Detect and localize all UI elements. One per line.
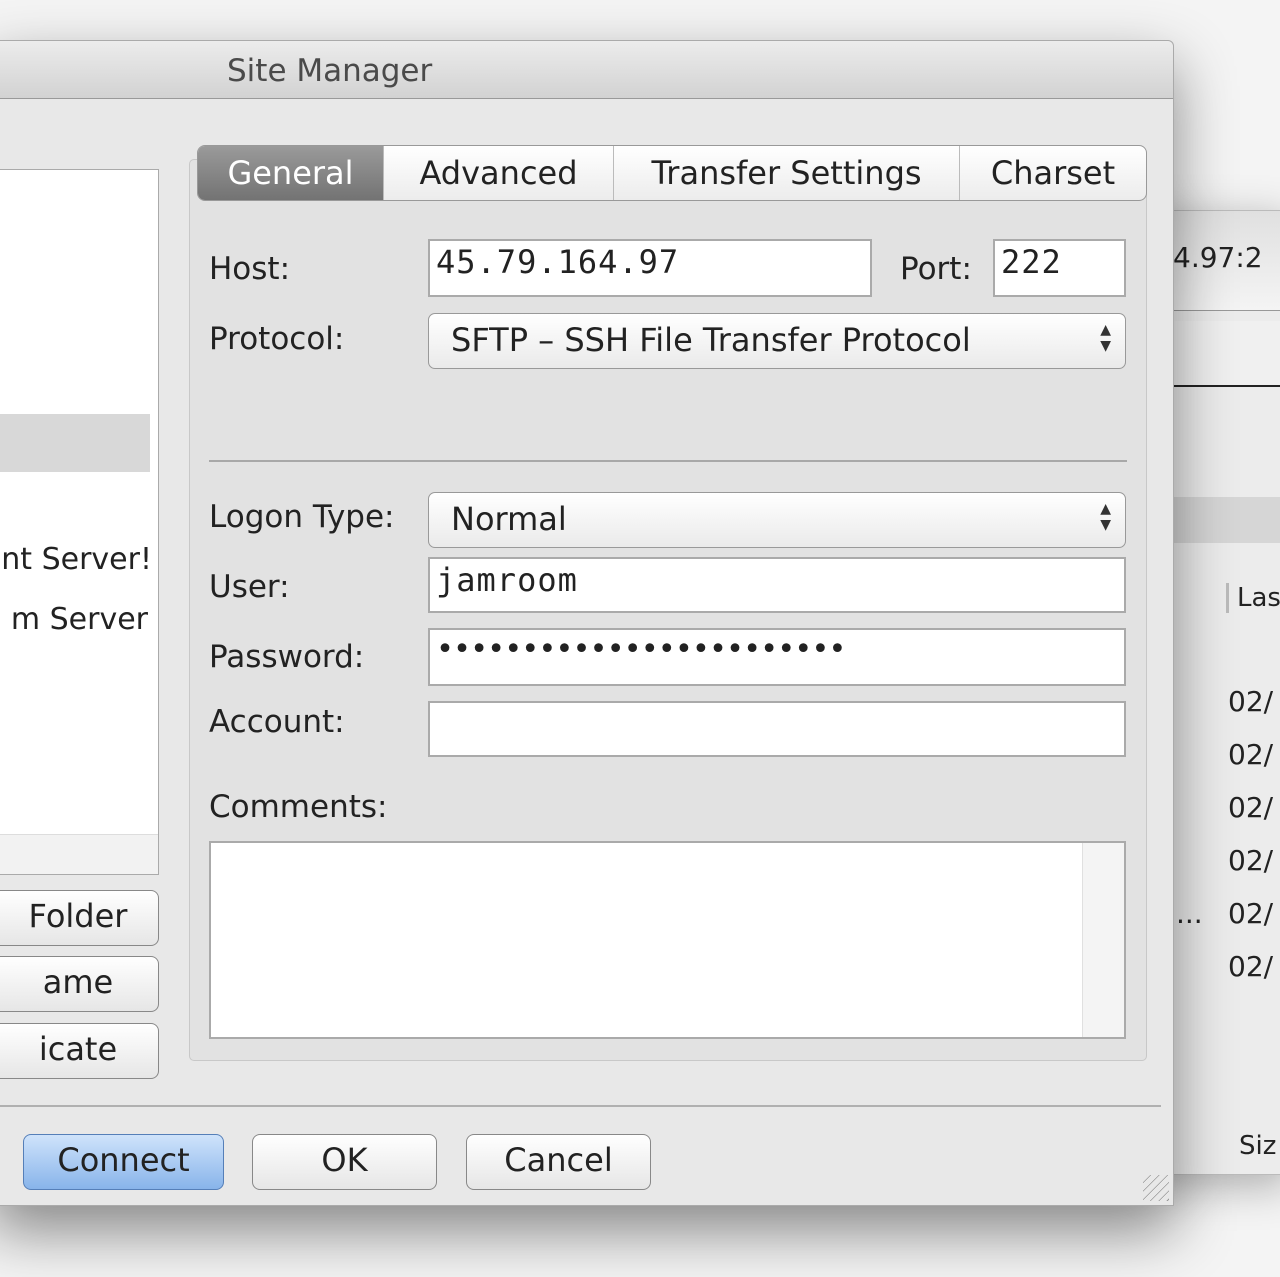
tab-general[interactable]: General [198,146,384,200]
new-folder-label: Folder [28,897,128,935]
divider [209,460,1127,462]
site-manager-dialog: Site Manager nt Server! m Server Folder … [0,40,1174,1206]
address-fragment: 4.97:2 [1173,241,1263,274]
tab-charset[interactable]: Charset [960,146,1146,200]
user-label: User: [209,569,290,605]
cancel-button[interactable]: Cancel [466,1134,651,1190]
tab-bar: General Advanced Transfer Settings Chars… [197,145,1147,201]
tab-transfer-settings[interactable]: Transfer Settings [614,146,960,200]
tab-advanced[interactable]: Advanced [384,146,614,200]
column-header-size[interactable]: Siz [1239,1131,1276,1161]
date-cell: 02/ [1228,950,1274,983]
comments-textarea[interactable] [209,841,1126,1039]
logon-type-value: Normal [451,500,567,538]
ok-button[interactable]: OK [252,1134,437,1190]
protocol-select[interactable]: SFTP – SSH File Transfer Protocol ▲ ▼ [428,313,1126,369]
updown-arrows-icon: ▲ ▼ [1100,501,1111,533]
site-tree[interactable]: nt Server! m Server [0,169,159,875]
date-cell: 02/ [1228,738,1274,771]
port-label: Port: [900,251,972,287]
protocol-label: Protocol: [209,321,345,357]
divider [0,1105,1161,1107]
rename-button[interactable]: ame [0,956,159,1012]
window-title: Site Manager [227,53,433,89]
tree-item[interactable]: m Server [11,602,148,637]
account-label: Account: [209,704,345,740]
date-cell: 02/ [1228,791,1274,824]
selected-tree-row[interactable] [0,414,150,472]
ellipsis: ... [1176,897,1203,930]
logon-type-label: Logon Type: [209,499,395,535]
column-header-last-modified[interactable]: Las [1226,583,1280,613]
logon-type-select[interactable]: Normal ▲ ▼ [428,492,1126,548]
comments-label: Comments: [209,789,388,825]
duplicate-button[interactable]: icate [0,1023,159,1079]
user-input[interactable]: jamroom [428,557,1126,613]
password-label: Password: [209,639,365,675]
host-label: Host: [209,251,291,287]
date-cell: 02/ [1228,844,1274,877]
horizontal-scrollbar[interactable] [0,834,158,874]
port-input[interactable]: 222 [993,239,1126,297]
connect-button[interactable]: Connect [23,1134,224,1190]
account-input[interactable] [428,701,1126,757]
new-folder-button[interactable]: Folder [0,890,159,946]
resize-grip-icon[interactable] [1143,1175,1169,1201]
tree-item[interactable]: nt Server! [1,542,152,577]
host-input[interactable]: 45.79.164.97 [428,239,872,297]
rename-label: ame [42,963,114,1001]
date-cell: 02/ [1228,897,1274,930]
password-input[interactable]: •••••••••••••••••••••••• [428,628,1126,686]
updown-arrows-icon: ▲ ▼ [1100,322,1111,354]
protocol-value: SFTP – SSH File Transfer Protocol [451,321,971,359]
title-bar[interactable]: Site Manager [0,41,1173,99]
date-cell: 02/ [1228,685,1274,718]
vertical-scrollbar[interactable] [1082,843,1124,1037]
duplicate-label: icate [38,1030,118,1068]
